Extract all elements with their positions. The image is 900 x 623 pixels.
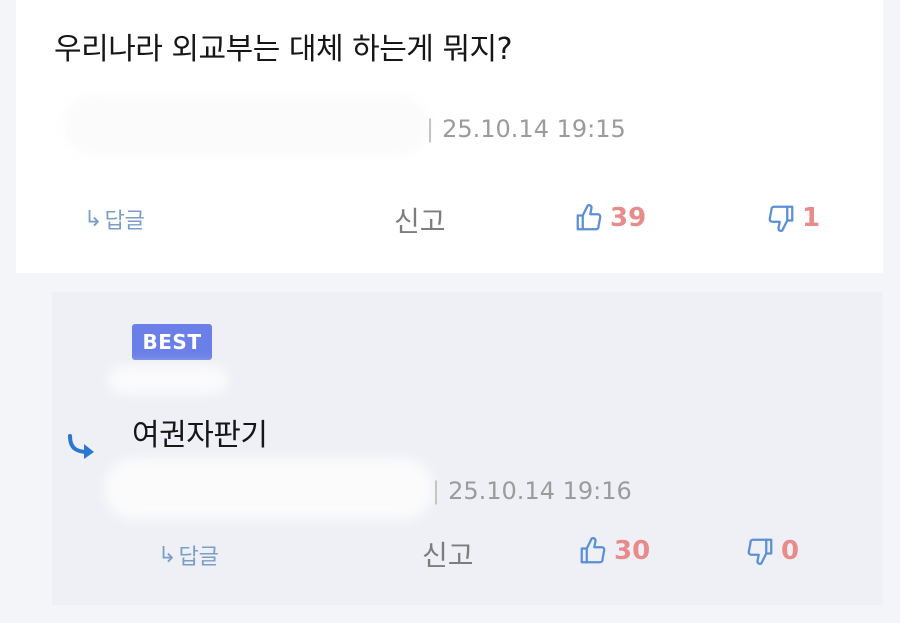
masked-author [64, 95, 429, 155]
reply-downvote-count: 0 [781, 536, 800, 566]
reply-text: 여권자판기 [132, 418, 268, 453]
reply-report-button[interactable]: 신고 [422, 534, 474, 574]
corner-down-right-arrow-icon: ↳ [158, 542, 177, 568]
masked-reply-meta [104, 458, 434, 520]
reply-reply-button[interactable]: ↳ 답글 [158, 539, 219, 571]
comment-timestamp: 25.10.14 19:15 [442, 115, 626, 143]
reply-downvote-button[interactable]: 0 [745, 536, 799, 566]
best-badge: BEST [132, 324, 212, 360]
meta-separator: | [426, 115, 435, 143]
reply-upvote-count: 30 [614, 536, 651, 566]
comment-card: 우리나라 외교부는 대체 하는게 뭐지? | 25.10.14 19:15 ↳ … [16, 0, 883, 273]
downvote-button[interactable]: 1 [766, 203, 820, 233]
reply-meta: | 25.10.14 19:16 [432, 477, 632, 505]
reply-label: 답글 [178, 545, 219, 570]
reply-button[interactable]: ↳ 답글 [84, 203, 145, 235]
thumbs-up-icon [576, 204, 602, 231]
reply-upvote-button[interactable]: 30 [578, 536, 650, 566]
meta-separator: | [432, 477, 441, 505]
report-button[interactable]: 신고 [394, 200, 446, 240]
reply-arrow-icon [68, 434, 94, 459]
reply-label: 답글 [104, 209, 145, 234]
comment-text: 우리나라 외교부는 대체 하는게 뭐지? [54, 32, 513, 67]
thumbs-up-icon [580, 537, 606, 564]
thumbs-down-icon [768, 205, 794, 232]
reply-timestamp: 25.10.14 19:16 [448, 477, 632, 505]
upvote-button[interactable]: 39 [574, 203, 646, 233]
downvote-count: 1 [802, 203, 821, 233]
masked-reply-author [108, 366, 228, 394]
corner-down-right-arrow-icon: ↳ [84, 206, 103, 232]
thumbs-down-icon [747, 538, 773, 565]
upvote-count: 39 [610, 203, 647, 233]
comment-meta: | 25.10.14 19:15 [426, 115, 626, 143]
